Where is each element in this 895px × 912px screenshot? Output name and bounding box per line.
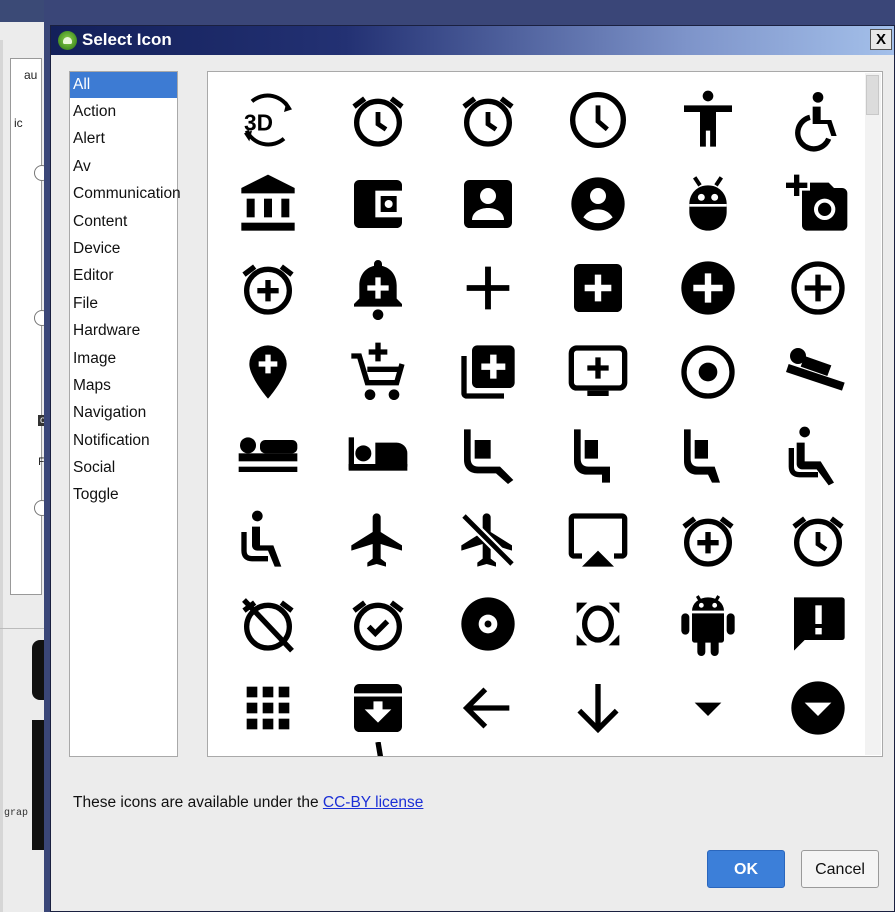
account-circle-icon[interactable] xyxy=(543,162,653,246)
close-button[interactable]: X xyxy=(870,29,892,50)
ok-button[interactable]: OK xyxy=(707,850,785,888)
background-titlebar xyxy=(0,0,44,22)
access-alarm-icon[interactable] xyxy=(323,78,433,162)
category-item-image[interactable]: Image xyxy=(70,345,177,372)
background-text: au xyxy=(24,68,38,82)
access-time-icon[interactable] xyxy=(543,78,653,162)
apps-icon[interactable] xyxy=(213,666,323,750)
category-item-maps[interactable]: Maps xyxy=(70,372,177,399)
add-alert-icon[interactable] xyxy=(323,246,433,330)
add-to-queue-icon[interactable] xyxy=(543,330,653,414)
background-divider xyxy=(0,628,44,629)
cancel-button[interactable]: Cancel xyxy=(801,850,879,888)
android-icon[interactable] xyxy=(653,582,763,666)
category-item-file[interactable]: File xyxy=(70,290,177,317)
add-icon[interactable] xyxy=(433,246,543,330)
category-item-social[interactable]: Social xyxy=(70,454,177,481)
category-item-hardware[interactable]: Hardware xyxy=(70,317,177,344)
3d-rotation-icon[interactable]: 3D xyxy=(213,78,323,162)
background-radio xyxy=(34,310,44,326)
icon-grid-scrollbar[interactable] xyxy=(865,73,881,755)
accessible-icon[interactable] xyxy=(763,78,873,162)
background-icon-shape xyxy=(32,640,44,700)
access-alarms-icon[interactable] xyxy=(433,78,543,162)
category-item-navigation[interactable]: Navigation xyxy=(70,399,177,426)
airline-seat-flat-angled-icon[interactable] xyxy=(763,330,873,414)
album-icon[interactable] xyxy=(433,582,543,666)
category-item-device[interactable]: Device xyxy=(70,235,177,262)
license-link[interactable]: CC-BY license xyxy=(323,794,424,811)
airline-seat-recline-extra-icon[interactable] xyxy=(763,414,873,498)
archive-icon[interactable] xyxy=(323,666,433,750)
select-icon-dialog: Select Icon X All Action Alert Av Communicat… xyxy=(50,25,895,912)
license-notice: These icons are available under the CC-B… xyxy=(73,794,423,812)
background-text: o xyxy=(38,415,44,426)
category-item-toggle[interactable]: Toggle xyxy=(70,481,177,508)
license-text: These icons are available under the xyxy=(73,794,323,811)
account-balance-icon[interactable] xyxy=(213,162,323,246)
airline-seat-flat-icon[interactable] xyxy=(213,414,323,498)
account-balance-wallet-icon[interactable] xyxy=(323,162,433,246)
background-text: F xyxy=(38,457,44,469)
alarm-icon[interactable] xyxy=(763,498,873,582)
airplanemode-active-icon[interactable] xyxy=(323,498,433,582)
background-window: au ic o F grap xyxy=(0,0,44,912)
category-item-communication[interactable]: Communication xyxy=(70,180,181,207)
airplanemode-inactive-icon[interactable] xyxy=(433,498,543,582)
background-text: grap xyxy=(4,808,29,819)
arrow-downward-icon[interactable] xyxy=(543,666,653,750)
scrollbar-thumb[interactable] xyxy=(866,75,879,115)
background-text: ic xyxy=(14,116,23,130)
category-item-editor[interactable]: Editor xyxy=(70,262,177,289)
background-icon-shape xyxy=(32,720,44,850)
add-alarm-icon[interactable] xyxy=(213,246,323,330)
all-out-icon[interactable] xyxy=(543,582,653,666)
alarm-add-icon[interactable] xyxy=(653,498,763,582)
category-item-all[interactable]: All xyxy=(70,72,177,98)
adb-icon[interactable] xyxy=(653,162,763,246)
category-item-content[interactable]: Content xyxy=(70,208,177,235)
add-circle-icon[interactable] xyxy=(653,246,763,330)
background-window-edge xyxy=(0,40,3,912)
category-item-av[interactable]: Av xyxy=(70,153,177,180)
airplay-icon[interactable] xyxy=(543,498,653,582)
add-location-icon[interactable] xyxy=(213,330,323,414)
category-item-alert[interactable]: Alert xyxy=(70,125,177,152)
add-box-icon[interactable] xyxy=(543,246,653,330)
category-item-notification[interactable]: Notification xyxy=(70,427,177,454)
alarm-on-icon[interactable] xyxy=(323,582,433,666)
android-studio-icon xyxy=(58,31,77,50)
dialog-titlebar[interactable]: Select Icon X xyxy=(51,26,894,55)
add-circle-outline-icon[interactable] xyxy=(763,246,873,330)
announcement-icon[interactable] xyxy=(763,582,873,666)
adjust-icon[interactable] xyxy=(653,330,763,414)
alarm-off-icon[interactable] xyxy=(213,582,323,666)
add-to-photos-icon[interactable] xyxy=(433,330,543,414)
arrow-drop-down-icon[interactable] xyxy=(653,666,763,750)
accessibility-icon[interactable] xyxy=(653,78,763,162)
background-radio xyxy=(34,165,44,181)
account-box-icon[interactable] xyxy=(433,162,543,246)
icon-grid[interactable]: 3D xyxy=(207,71,883,757)
add-a-photo-icon[interactable] xyxy=(763,162,873,246)
airline-seat-legroom-reduced-icon[interactable] xyxy=(653,414,763,498)
airline-seat-individual-suite-icon[interactable] xyxy=(323,414,433,498)
arrow-back-icon[interactable] xyxy=(433,666,543,750)
airline-seat-recline-normal-icon[interactable] xyxy=(213,498,323,582)
background-radio xyxy=(34,500,44,516)
dialog-title: Select Icon xyxy=(82,30,172,49)
category-list[interactable]: All Action Alert Av Communication Content Devi… xyxy=(69,71,181,757)
airline-seat-legroom-normal-icon[interactable] xyxy=(543,414,653,498)
arrow-drop-down-circle-icon[interactable] xyxy=(763,666,873,750)
category-item-action[interactable]: Action xyxy=(70,98,177,125)
airline-seat-legroom-extra-icon[interactable] xyxy=(433,414,543,498)
add-shopping-cart-icon[interactable] xyxy=(323,330,433,414)
